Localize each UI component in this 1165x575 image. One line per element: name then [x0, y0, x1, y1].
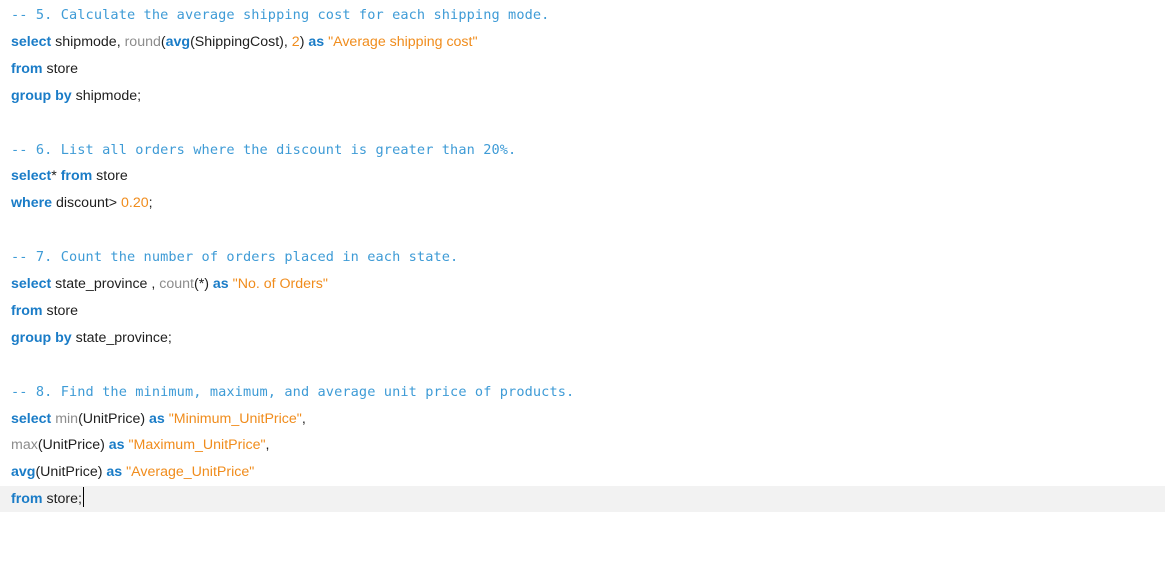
- sql-identifier: (UnitPrice): [78, 410, 150, 427]
- code-line[interactable]: -- 8. Find the minimum, maximum, and ave…: [0, 379, 1165, 405]
- sql-function: max: [11, 437, 38, 454]
- sql-identifier: ,: [301, 410, 306, 427]
- sql-identifier: store: [42, 302, 79, 319]
- sql-string-literal: "Maximum_UnitPrice": [128, 437, 266, 454]
- sql-string-literal: "Average shipping cost": [328, 33, 478, 50]
- code-line[interactable]: select* from store: [0, 163, 1165, 189]
- code-line[interactable]: group by state_province;: [0, 325, 1165, 351]
- sql-identifier: (UnitPrice): [37, 437, 109, 454]
- sql-identifier: shipmode;: [71, 87, 142, 104]
- sql-keyword: as: [308, 33, 325, 50]
- sql-keyword: where: [11, 195, 53, 212]
- sql-identifier: ,: [265, 437, 270, 454]
- code-line[interactable]: group by shipmode;: [0, 83, 1165, 109]
- sql-comment: -- 6. List all orders where the discount…: [11, 141, 517, 158]
- sql-number-literal: 2: [291, 33, 300, 50]
- sql-keyword: avg: [11, 464, 36, 481]
- code-line[interactable]: max(UnitPrice) as "Maximum_UnitPrice",: [0, 432, 1165, 458]
- code-line[interactable]: -- 6. List all orders where the discount…: [0, 137, 1165, 163]
- sql-keyword: as: [149, 410, 165, 427]
- code-line[interactable]: from store: [0, 56, 1165, 82]
- sql-keyword: select: [11, 276, 52, 292]
- sql-number-literal: 0.20: [121, 195, 149, 212]
- sql-keyword: avg: [165, 33, 191, 50]
- code-line[interactable]: [0, 110, 1165, 136]
- sql-identifier: state_province;: [71, 329, 172, 346]
- sql-code-editor[interactable]: -- 5. Calculate the average shipping cos…: [0, 0, 1165, 575]
- sql-string-literal: "No. of Orders": [232, 276, 328, 292]
- sql-keyword: from: [11, 302, 43, 319]
- sql-keyword: as: [212, 276, 229, 292]
- code-line[interactable]: from store: [0, 298, 1165, 324]
- sql-function: count: [159, 276, 194, 292]
- sql-comment: -- 7. Count the number of orders placed …: [11, 249, 459, 266]
- sql-keyword: group by: [11, 329, 72, 346]
- sql-comment: -- 5. Calculate the average shipping cos…: [11, 7, 550, 23]
- sql-identifier: (ShippingCost),: [190, 33, 292, 50]
- sql-identifier: store: [42, 60, 79, 77]
- code-line[interactable]: [0, 352, 1165, 378]
- code-line[interactable]: [0, 217, 1165, 243]
- sql-identifier: store: [92, 168, 128, 185]
- code-line[interactable]: select state_province , count(*) as "No.…: [0, 271, 1165, 297]
- sql-identifier: (*): [194, 276, 213, 292]
- sql-keyword: select: [11, 168, 52, 185]
- sql-string-literal: "Minimum_UnitPrice": [168, 410, 302, 427]
- sql-identifier: *: [51, 168, 61, 185]
- sql-identifier: state_province ,: [51, 276, 160, 292]
- sql-keyword: select: [11, 410, 52, 427]
- code-line-current[interactable]: from store;: [0, 486, 1165, 513]
- sql-identifier: discount>: [52, 195, 122, 212]
- code-line[interactable]: -- 7. Count the number of orders placed …: [0, 244, 1165, 270]
- sql-identifier: ;: [148, 195, 153, 212]
- sql-identifier: store;: [42, 491, 82, 508]
- code-line[interactable]: avg(UnitPrice) as "Average_UnitPrice": [0, 459, 1165, 485]
- sql-keyword: from: [11, 60, 43, 77]
- sql-keyword: from: [11, 491, 43, 508]
- text-caret: [82, 487, 84, 508]
- sql-keyword: from: [60, 168, 93, 185]
- sql-keyword: select: [11, 33, 52, 50]
- sql-keyword: as: [108, 437, 125, 454]
- code-line[interactable]: -- 5. Calculate the average shipping cos…: [0, 2, 1165, 28]
- sql-keyword: as: [106, 464, 123, 481]
- sql-string-literal: "Average_UnitPrice": [126, 464, 255, 481]
- sql-comment: -- 8. Find the minimum, maximum, and ave…: [11, 383, 575, 400]
- sql-identifier: (UnitPrice): [35, 464, 107, 481]
- code-line[interactable]: select shipmode, round(avg(ShippingCost)…: [0, 29, 1165, 55]
- code-line[interactable]: where discount> 0.20;: [0, 190, 1165, 216]
- sql-identifier: shipmode,: [51, 33, 125, 50]
- sql-function: round: [124, 33, 161, 50]
- sql-function: min: [55, 410, 79, 427]
- sql-keyword: group by: [11, 87, 72, 104]
- code-line[interactable]: select min(UnitPrice) as "Minimum_UnitPr…: [0, 406, 1165, 432]
